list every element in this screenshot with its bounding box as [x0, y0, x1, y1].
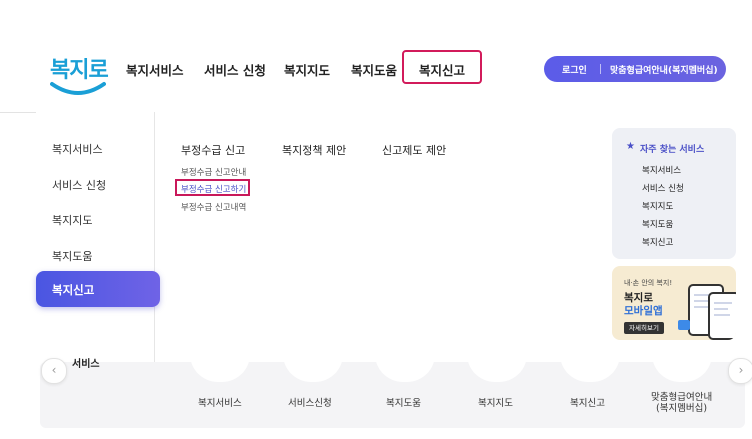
- gnb-welfare-map[interactable]: 복지지도: [284, 60, 330, 79]
- gnb-welfare-help[interactable]: 복지도움: [351, 60, 397, 79]
- logo-smile-icon: [50, 82, 106, 95]
- left-item-welfare-map[interactable]: 복지지도: [52, 212, 92, 228]
- submenu-system-proposal[interactable]: 신고제도 제안: [382, 142, 446, 158]
- quick-welfare-service[interactable]: 복지서비스: [198, 395, 242, 409]
- fav-item-welfare-map[interactable]: 복지지도: [642, 200, 673, 212]
- carousel-prev-button[interactable]: ‹: [41, 358, 67, 384]
- quick-custom-benefit-2[interactable]: (복지멤버십): [656, 400, 707, 414]
- star-icon: ★: [626, 141, 635, 152]
- left-active-label: 복지신고: [52, 283, 95, 297]
- left-item-welfare-help[interactable]: 복지도움: [52, 248, 92, 264]
- pill-separator: [600, 64, 601, 74]
- gnb-service-apply[interactable]: 서비스 신청: [204, 60, 266, 79]
- gnb-welfare-service[interactable]: 복지서비스: [126, 60, 184, 79]
- left-item-welfare-service[interactable]: 복지서비스: [52, 141, 103, 157]
- quick-welfare-help[interactable]: 복지도움: [386, 395, 421, 409]
- left-item-service-apply[interactable]: 서비스 신청: [52, 177, 106, 193]
- mega-left-menu: 복지서비스 서비스 신청 복지지도 복지도움: [36, 112, 155, 362]
- login-button[interactable]: 로그인: [562, 63, 587, 76]
- quick-welfare-map[interactable]: 복지지도: [478, 395, 513, 409]
- phone-image-front: [708, 292, 736, 340]
- fav-item-welfare-report[interactable]: 복지신고: [642, 236, 673, 248]
- mega-menu: 복지서비스 서비스 신청 복지지도 복지도움 복지신고 부정수급 신고 복지정책…: [36, 112, 752, 362]
- custom-benefit-button[interactable]: 맞춤형급여안내(복지멤버십): [610, 63, 718, 76]
- fav-item-welfare-help[interactable]: 복지도움: [642, 218, 673, 230]
- quick-service-carousel: 서비스 ‹ › 복지서비스 서비스신청 복지도움 복지지도 복지신고 맞춤형급여…: [0, 354, 752, 439]
- fav-item-service-apply[interactable]: 서비스 신청: [642, 182, 684, 194]
- carousel-next-button[interactable]: ›: [728, 358, 752, 384]
- phone-line: [714, 302, 732, 304]
- phone-line: [714, 314, 730, 316]
- quick-service-apply[interactable]: 서비스신청: [288, 395, 332, 409]
- favorite-title-text: 자주 찾는 서비스: [640, 145, 705, 155]
- phone-line: [714, 308, 728, 310]
- submenu-policy-proposal[interactable]: 복지정책 제안: [282, 142, 346, 158]
- carousel-heading: 서비스: [72, 359, 100, 370]
- mobile-app-banner[interactable]: 내·손 안의 복지! 복지로 모바일앱 자세히보기: [612, 266, 736, 340]
- gnb-highlight-box: [402, 50, 482, 84]
- quick-welfare-report[interactable]: 복지신고: [570, 395, 605, 409]
- mobile-detail-button[interactable]: 자세히보기: [624, 322, 664, 334]
- link-fraud-guide[interactable]: 부정수급 신고안내: [181, 166, 246, 178]
- submenu-highlight-box: [175, 179, 250, 196]
- left-item-welfare-report[interactable]: 복지신고: [36, 271, 160, 307]
- favorite-services-panel: ★ 자주 찾는 서비스 복지서비스 서비스 신청 복지지도 복지도움 복지신고: [612, 128, 736, 259]
- top-utility-pill: 로그인 맞춤형급여안내(복지멤버십): [544, 56, 726, 82]
- app-icon: [678, 320, 690, 330]
- link-fraud-history[interactable]: 부정수급 신고내역: [181, 201, 246, 213]
- fav-item-welfare-service[interactable]: 복지서비스: [642, 164, 681, 176]
- site-logo[interactable]: 복지로: [46, 46, 112, 102]
- mobile-title-2: 모바일앱: [624, 305, 663, 317]
- site-header: 복지로 복지서비스 서비스 신청 복지지도 복지도움 복지신고 로그인 맞춤형급…: [0, 0, 752, 112]
- mobile-tagline: 내·손 안의 복지!: [624, 279, 673, 287]
- submenu-fraud-report[interactable]: 부정수급 신고: [181, 142, 245, 158]
